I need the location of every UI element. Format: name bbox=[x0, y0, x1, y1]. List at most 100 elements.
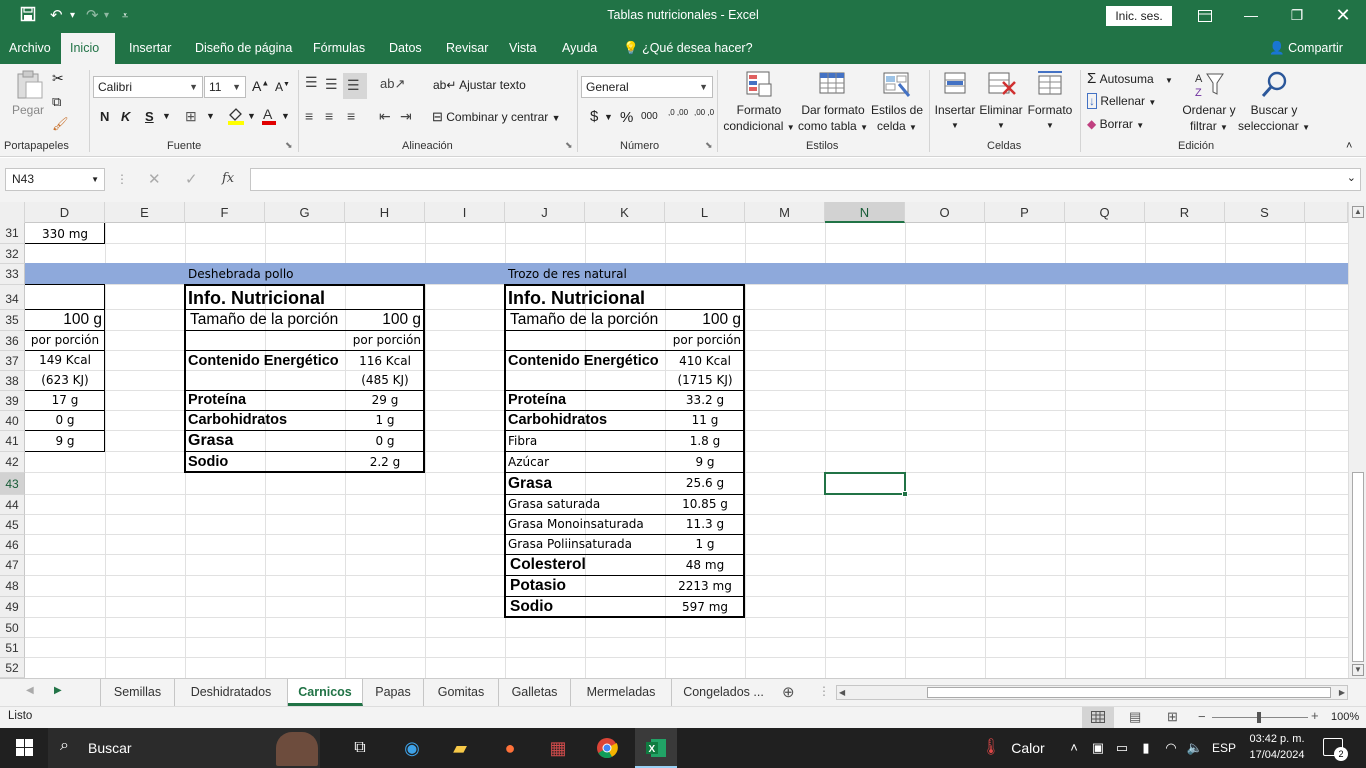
number-format-select[interactable]: General ▼ bbox=[581, 76, 713, 98]
tab-insertar[interactable]: Insertar bbox=[120, 33, 180, 64]
confirm-entry-icon[interactable]: ✓ bbox=[185, 170, 198, 188]
column-header-s[interactable]: S bbox=[1225, 202, 1305, 223]
res-protein-value[interactable]: 33.2 g bbox=[665, 391, 745, 410]
pollo-fat-label[interactable]: Grasa bbox=[185, 430, 236, 451]
column-header-j[interactable]: J bbox=[505, 202, 585, 223]
align-top-icon[interactable]: ☰ bbox=[305, 74, 318, 91]
column-header-n[interactable]: N bbox=[825, 202, 905, 223]
alignment-launcher-icon[interactable]: ⬊ bbox=[565, 140, 573, 151]
column-header-l[interactable]: L bbox=[665, 202, 745, 223]
sheet-tab-congelados[interactable]: Congelados ... bbox=[672, 679, 775, 706]
tab-vista[interactable]: Vista bbox=[500, 33, 546, 64]
zoom-slider-thumb[interactable] bbox=[1257, 712, 1261, 723]
next-sheet-icon[interactable]: ▶ bbox=[54, 685, 62, 696]
align-right-icon[interactable]: ≡ bbox=[347, 108, 355, 124]
firefox-icon[interactable]: ● bbox=[490, 728, 530, 768]
edge-icon[interactable]: ◉ bbox=[392, 728, 432, 768]
borders-dropdown-icon[interactable]: ▼ bbox=[206, 111, 215, 121]
notifications-icon[interactable]: 2 bbox=[1323, 738, 1348, 761]
scroll-thumb[interactable] bbox=[1352, 472, 1364, 662]
res-potassium-value[interactable]: 2213 mg bbox=[665, 576, 745, 597]
cell-d31[interactable]: 330 mg bbox=[25, 224, 105, 244]
add-sheet-icon[interactable]: ⊕ bbox=[782, 683, 795, 701]
scroll-up-icon[interactable]: ▲ bbox=[1352, 206, 1364, 218]
row-header[interactable]: 38 bbox=[0, 371, 25, 391]
cell-d41[interactable]: 9 g bbox=[25, 431, 105, 451]
sheet-tab-mermeladas[interactable]: Mermeladas bbox=[571, 679, 672, 706]
increase-decimals-button[interactable]: ,0 ,00 bbox=[668, 108, 690, 117]
clear-button[interactable]: ◆ Borrar ▼ bbox=[1087, 117, 1144, 131]
res-energy-label[interactable]: Contenido Energético bbox=[505, 351, 662, 371]
delete-cells-button[interactable]: Eliminar ▼ bbox=[978, 70, 1024, 134]
res-monofat-label[interactable]: Grasa Monoinsaturada bbox=[505, 515, 647, 534]
column-header-partial[interactable] bbox=[1305, 202, 1348, 223]
sheet-tab-semillas[interactable]: Semillas bbox=[100, 679, 175, 706]
res-fat-value[interactable]: 25.6 g bbox=[665, 473, 745, 494]
orientation-icon[interactable]: ab↗ bbox=[380, 76, 405, 92]
pollo-energy-label[interactable]: Contenido Energético bbox=[185, 351, 342, 371]
res-fiber-value[interactable]: 1.8 g bbox=[665, 431, 745, 451]
column-header-i[interactable]: I bbox=[425, 202, 505, 223]
minimize-icon[interactable]: — bbox=[1228, 0, 1274, 33]
select-all-corner[interactable] bbox=[0, 202, 25, 223]
sort-filter-button[interactable]: AZ Ordenar y filtrar ▼ bbox=[1180, 70, 1238, 136]
currency-button[interactable]: $ bbox=[590, 108, 598, 125]
fill-color-icon[interactable] bbox=[227, 106, 245, 129]
row-header[interactable]: 51 bbox=[0, 638, 25, 658]
conditional-format-button[interactable]: Formato condicional ▼ bbox=[722, 70, 796, 136]
column-header-f[interactable]: F bbox=[185, 202, 265, 223]
pollo-energy-kj[interactable]: (485 KJ) bbox=[345, 371, 425, 390]
fill-dropdown-icon[interactable]: ▼ bbox=[247, 111, 256, 121]
pollo-portion-value[interactable]: 100 g bbox=[345, 310, 424, 330]
cell-d36[interactable]: por porción bbox=[25, 331, 105, 350]
res-title[interactable]: Info. Nutricional bbox=[505, 286, 648, 310]
res-fiber-label[interactable]: Fibra bbox=[505, 431, 540, 451]
res-sugar-value[interactable]: 9 g bbox=[665, 452, 745, 472]
cell-d39[interactable]: 17 g bbox=[25, 391, 105, 410]
expand-formula-icon[interactable]: ⌄ bbox=[1347, 171, 1356, 184]
res-chol-label[interactable]: Colesterol bbox=[507, 555, 589, 575]
find-select-button[interactable]: Buscar y seleccionar ▼ bbox=[1238, 70, 1310, 136]
grow-font-icon[interactable]: A▲ bbox=[252, 78, 269, 94]
page-layout-view-icon[interactable]: ▤ bbox=[1129, 709, 1141, 725]
res-sugar-label[interactable]: Azúcar bbox=[505, 452, 552, 472]
number-launcher-icon[interactable]: ⬊ bbox=[705, 140, 713, 151]
column-header-o[interactable]: O bbox=[905, 202, 985, 223]
res-energy-kcal[interactable]: 410 Kcal bbox=[665, 351, 745, 371]
app-icon[interactable]: ▦ bbox=[538, 728, 578, 768]
res-monofat-value[interactable]: 11.3 g bbox=[665, 515, 745, 534]
column-header-g[interactable]: G bbox=[265, 202, 345, 223]
insert-cells-button[interactable]: Insertar ▼ bbox=[932, 70, 978, 134]
format-as-table-button[interactable]: Dar formato como tabla ▼ bbox=[798, 70, 868, 136]
pollo-fat-value[interactable]: 0 g bbox=[345, 431, 425, 451]
column-header-r[interactable]: R bbox=[1145, 202, 1225, 223]
tab-revisar[interactable]: Revisar bbox=[437, 33, 497, 64]
cell-d40[interactable]: 0 g bbox=[25, 411, 105, 430]
pollo-title[interactable]: Info. Nutricional bbox=[185, 286, 328, 310]
res-polyfat-value[interactable]: 1 g bbox=[665, 535, 745, 554]
res-fat-label[interactable]: Grasa bbox=[505, 473, 555, 494]
align-bottom-icon[interactable]: ☰ bbox=[343, 73, 367, 99]
paste-button[interactable]: Pegar bbox=[8, 70, 48, 118]
res-protein-label[interactable]: Proteína bbox=[505, 391, 569, 410]
fill-handle[interactable] bbox=[902, 491, 908, 497]
column-header-p[interactable]: P bbox=[985, 202, 1065, 223]
wrap-text-button[interactable]: ab↵ Ajustar texto bbox=[433, 78, 526, 92]
sheet-tab-papas[interactable]: Papas bbox=[363, 679, 424, 706]
cell-styles-button[interactable]: Estilos de celda ▼ bbox=[869, 70, 925, 136]
page-break-view-icon[interactable]: ⊞ bbox=[1167, 709, 1178, 725]
column-header-k[interactable]: K bbox=[585, 202, 665, 223]
pollo-carbs-value[interactable]: 1 g bbox=[345, 411, 425, 430]
autosum-button[interactable]: Σ Autosuma ▼ bbox=[1087, 70, 1173, 87]
insert-function-button[interactable]: fx bbox=[222, 171, 234, 186]
battery-icon[interactable]: ▮ bbox=[1136, 728, 1156, 768]
italic-button[interactable]: K bbox=[121, 109, 130, 124]
thousands-button[interactable]: 000 bbox=[641, 111, 658, 122]
row-header[interactable]: 37 bbox=[0, 351, 25, 371]
tab-archivo[interactable]: Archivo bbox=[0, 33, 60, 64]
percent-button[interactable]: % bbox=[620, 109, 633, 126]
row-header[interactable]: 31 bbox=[0, 223, 25, 244]
format-cells-button[interactable]: Formato ▼ bbox=[1024, 70, 1076, 134]
row-header-selected[interactable]: 43 bbox=[0, 473, 25, 495]
tabs-splitter-icon[interactable]: ⋮ bbox=[818, 684, 830, 698]
